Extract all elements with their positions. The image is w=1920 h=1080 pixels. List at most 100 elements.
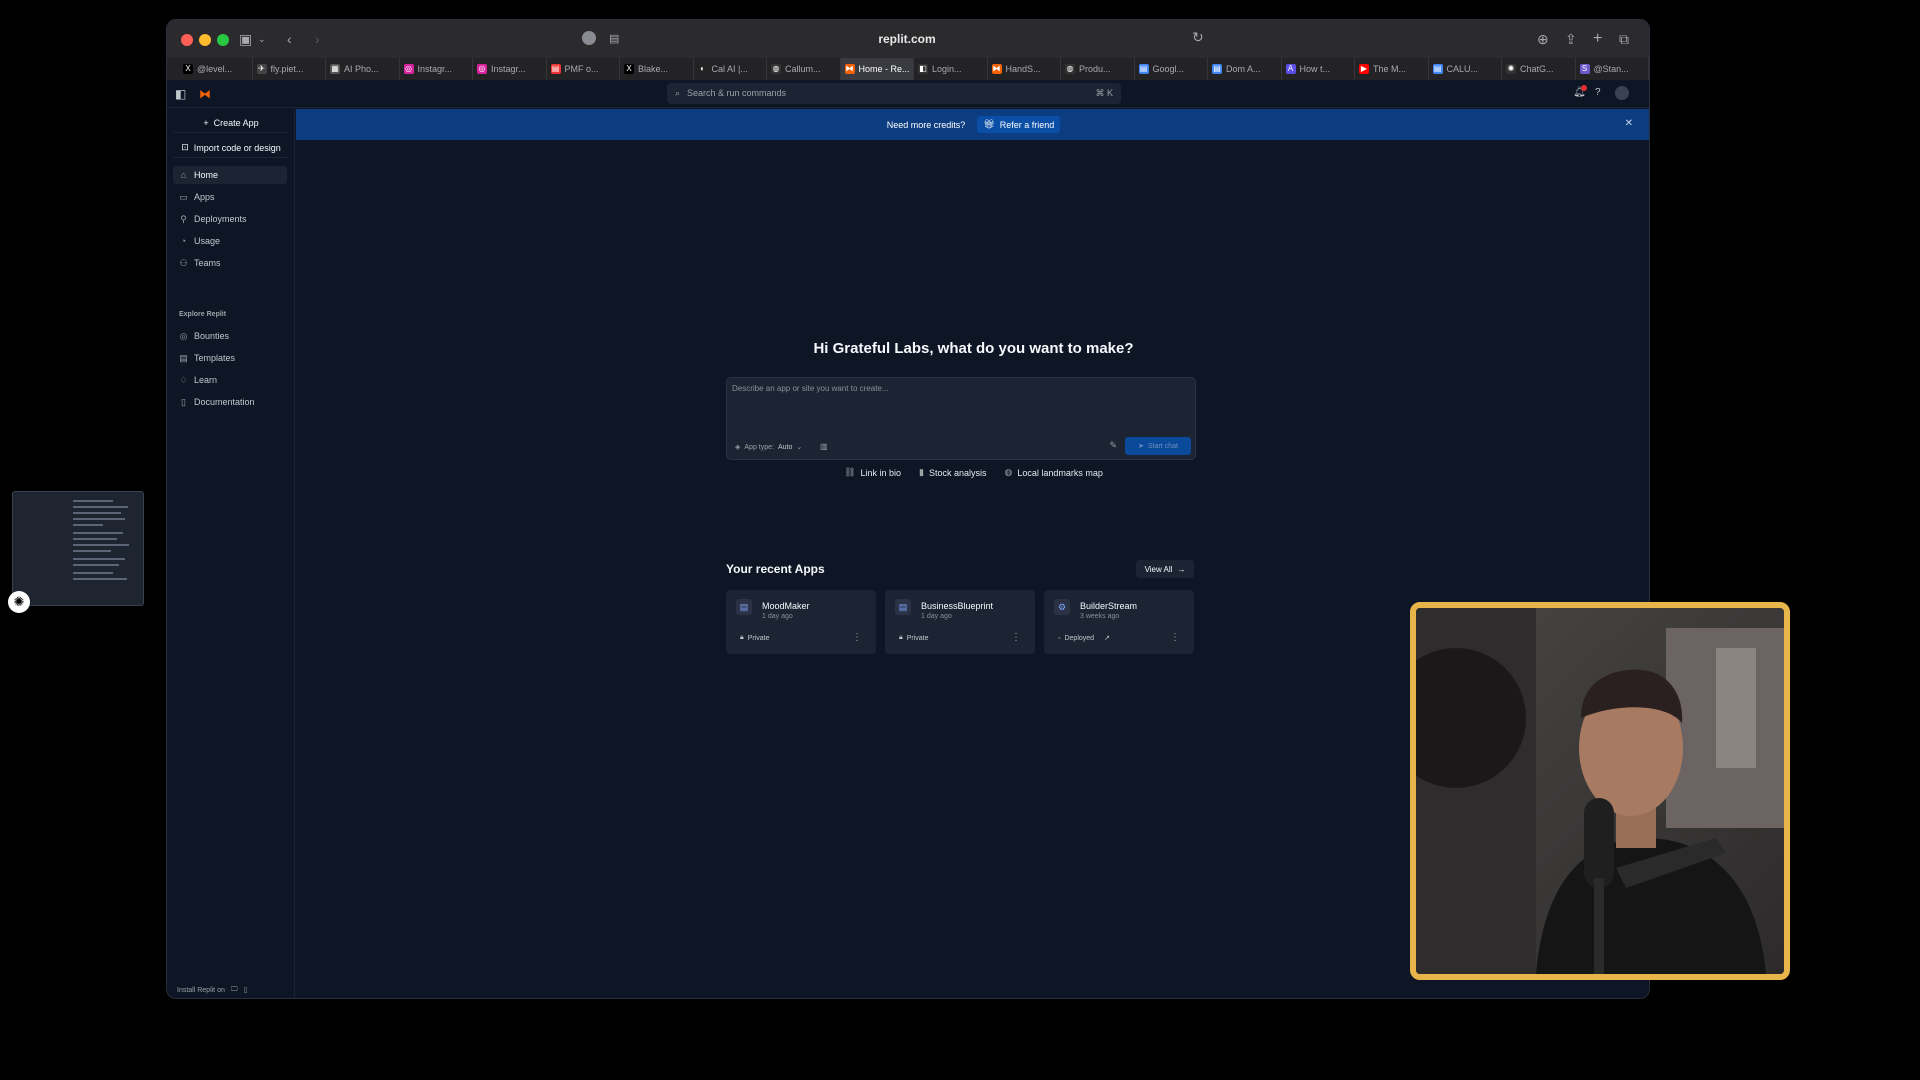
browser-tab[interactable]: ◎ Instagr... <box>473 58 547 80</box>
sidebar-item-documentation[interactable]: ▯ Documentation <box>173 393 287 411</box>
sidebar-item-learn[interactable]: ♢ Learn <box>173 371 287 389</box>
coin-icon: ◎ <box>179 330 188 341</box>
sidebar-item-templates[interactable]: ▤ Templates <box>173 349 287 367</box>
refer-friend-button[interactable]: 🎁︎ Refer a friend <box>977 116 1061 133</box>
close-icon[interactable]: ✕ <box>1625 118 1633 129</box>
suggestion-chip[interactable]: ▮ Stock analysis <box>919 467 986 478</box>
browser-tab[interactable]: ▦ AI Pho... <box>326 58 400 80</box>
app-type-selector[interactable]: ◈ App type: Auto ⌄ <box>735 443 802 452</box>
tab-label: Instagr... <box>417 64 453 74</box>
globe-icon: ◍ <box>771 64 781 74</box>
browser-tab[interactable]: ▤ CALU... <box>1429 58 1502 80</box>
desktop-icon[interactable]: 🖵︎ <box>231 986 238 994</box>
sidebar-item-usage[interactable]: ◔ Usage <box>173 232 287 250</box>
browser-tab[interactable]: ⧓ HandS... <box>988 58 1061 80</box>
youtube-icon: ▶ <box>1359 64 1369 74</box>
cal-icon: ◐ <box>697 64 708 74</box>
browser-tab[interactable]: ▤ Googl... <box>1135 58 1208 80</box>
maximize-window-button[interactable] <box>217 34 229 46</box>
bar-chart-icon: ▮ <box>919 467 924 477</box>
plane-icon: ✈ <box>256 64 267 74</box>
browser-tab[interactable]: ✺ ChatG... <box>1502 58 1576 80</box>
browser-tab[interactable]: A How t... <box>1282 58 1355 80</box>
browser-tab[interactable]: X Blake... <box>620 58 694 80</box>
folder-icon: ▭ <box>179 191 188 202</box>
sidebar-collapse-icon[interactable]: ◧ <box>175 87 186 101</box>
shortcut-hint: ⌘ K <box>1095 88 1113 98</box>
app-visibility: 🔒︎ Private <box>899 634 929 642</box>
site-settings-icon[interactable] <box>582 31 596 45</box>
mobile-icon[interactable]: ▯ <box>244 986 248 994</box>
minimize-window-button[interactable] <box>199 34 211 46</box>
sidebar-item-home[interactable]: ⌂ Home <box>173 166 287 184</box>
start-chat-button[interactable]: ➤ Start chat <box>1125 437 1191 455</box>
import-button[interactable]: ⊡ Import code or design <box>173 138 289 158</box>
install-label: Install Replit on <box>177 986 225 994</box>
tab-label: Login... <box>932 64 962 74</box>
browser-tab[interactable]: X @level... <box>179 58 253 80</box>
browser-tab[interactable]: ◍ Callum... <box>767 58 841 80</box>
sidebar-toggle-icon[interactable]: ▣ <box>239 29 252 49</box>
share-icon[interactable]: ⇪ <box>1565 29 1577 49</box>
view-all-button[interactable]: View All → <box>1136 560 1194 578</box>
send-icon: ➤ <box>1138 443 1144 450</box>
create-app-button[interactable]: + Create App <box>173 113 289 133</box>
close-window-button[interactable] <box>181 34 193 46</box>
more-options-icon[interactable]: ⋮ <box>852 632 862 643</box>
address-bar[interactable]: replit.com <box>617 28 1197 50</box>
help-icon[interactable]: ? <box>1595 87 1601 98</box>
suggestion-chip[interactable]: ⛓ Link in bio <box>844 467 901 478</box>
browser-tab[interactable]: ◎ Instagr... <box>400 58 473 80</box>
page-title: Hi Grateful Labs, what do you want to ma… <box>813 340 1134 357</box>
suggestion-chip[interactable]: ◍ Local landmarks map <box>1005 467 1103 478</box>
sidebar-item-apps[interactable]: ▭ Apps <box>173 188 287 206</box>
new-tab-icon[interactable]: + <box>1593 29 1602 49</box>
tab-overview-icon[interactable]: ⧉ <box>1619 29 1629 49</box>
install-replit[interactable]: Install Replit on 🖵︎ ▯ <box>177 986 247 994</box>
suggestion-chips: ⛓ Link in bio ▮ Stock analysis ◍ Local landma… <box>296 467 1649 478</box>
reload-icon[interactable]: ↻ <box>1192 29 1204 46</box>
view-all-label: View All <box>1144 564 1173 574</box>
more-options-icon[interactable]: ⋮ <box>1170 632 1180 643</box>
tab-label: The M... <box>1373 64 1407 74</box>
browser-tab[interactable]: ◧ Login... <box>914 58 988 80</box>
sidebar-item-label: Bounties <box>194 331 230 341</box>
minimized-window-preview[interactable] <box>12 491 144 606</box>
app-updated: 1 day ago <box>921 613 952 620</box>
banner-text: Need more credits? <box>886 119 966 130</box>
visibility-label: Private <box>747 634 770 642</box>
globe-icon: ◍ <box>1065 64 1075 74</box>
pen-icon[interactable]: ✎ <box>1109 440 1117 451</box>
app-card[interactable]: ▤ BusinessBlueprint 1 day ago 🔒︎ Private ⋮ <box>885 590 1035 654</box>
sidebar-item-bounties[interactable]: ◎ Bounties <box>173 327 287 345</box>
browser-tab[interactable]: ▤ Dom A... <box>1208 58 1282 80</box>
back-icon[interactable]: ‹ <box>287 29 292 49</box>
external-link-icon[interactable]: ↗ <box>1104 634 1110 642</box>
avatar[interactable] <box>1615 86 1629 100</box>
command-search[interactable]: ⌕ Search & run commands ⌘ K <box>667 83 1121 104</box>
recent-apps-title: Your recent Apps <box>726 562 825 576</box>
sidebar-item-deployments[interactable]: ⚲ Deployments <box>173 210 287 228</box>
browser-tab[interactable]: S @Stan... <box>1576 58 1649 80</box>
app-card[interactable]: ⚙ BuilderStream 3 weeks ago ◦ Deployed ↗ ⋮ <box>1044 590 1194 654</box>
chevron-down-icon[interactable]: ⌄ <box>258 29 266 49</box>
layers-icon: ◈ <box>735 444 741 451</box>
home-icon: ⌂ <box>180 170 187 180</box>
app-card[interactable]: ▤ MoodMaker 1 day ago 🔒︎ Private ⋮ <box>726 590 876 654</box>
import-label: Import code or design <box>193 142 281 153</box>
browser-tab[interactable]: ✈ fly.piet... <box>253 58 326 80</box>
browser-tab[interactable]: ▶ The M... <box>1355 58 1429 80</box>
browser-tab[interactable]: ▤ PMF o... <box>547 58 620 80</box>
browser-tab[interactable]: ⧓ Home - Re... <box>840 58 914 80</box>
app-thumbnail-icon: ▤ <box>736 599 752 615</box>
chatgpt-app-icon[interactable]: ✺ <box>8 591 30 613</box>
browser-tab[interactable]: ◐ Cal AI |... <box>694 58 767 80</box>
download-icon[interactable]: ⊕ <box>1537 29 1549 49</box>
browser-tab[interactable]: ◍ Produ... <box>1061 58 1135 80</box>
prompt-input[interactable] <box>732 384 1187 424</box>
forward-icon[interactable]: › <box>315 29 320 49</box>
replit-logo-icon[interactable]: ⧓ <box>199 87 211 101</box>
sidebar-item-teams[interactable]: ⚇ Teams <box>173 254 287 272</box>
more-options-icon[interactable]: ⋮ <box>1011 632 1021 643</box>
attach-icon[interactable]: ▥ <box>820 442 828 451</box>
